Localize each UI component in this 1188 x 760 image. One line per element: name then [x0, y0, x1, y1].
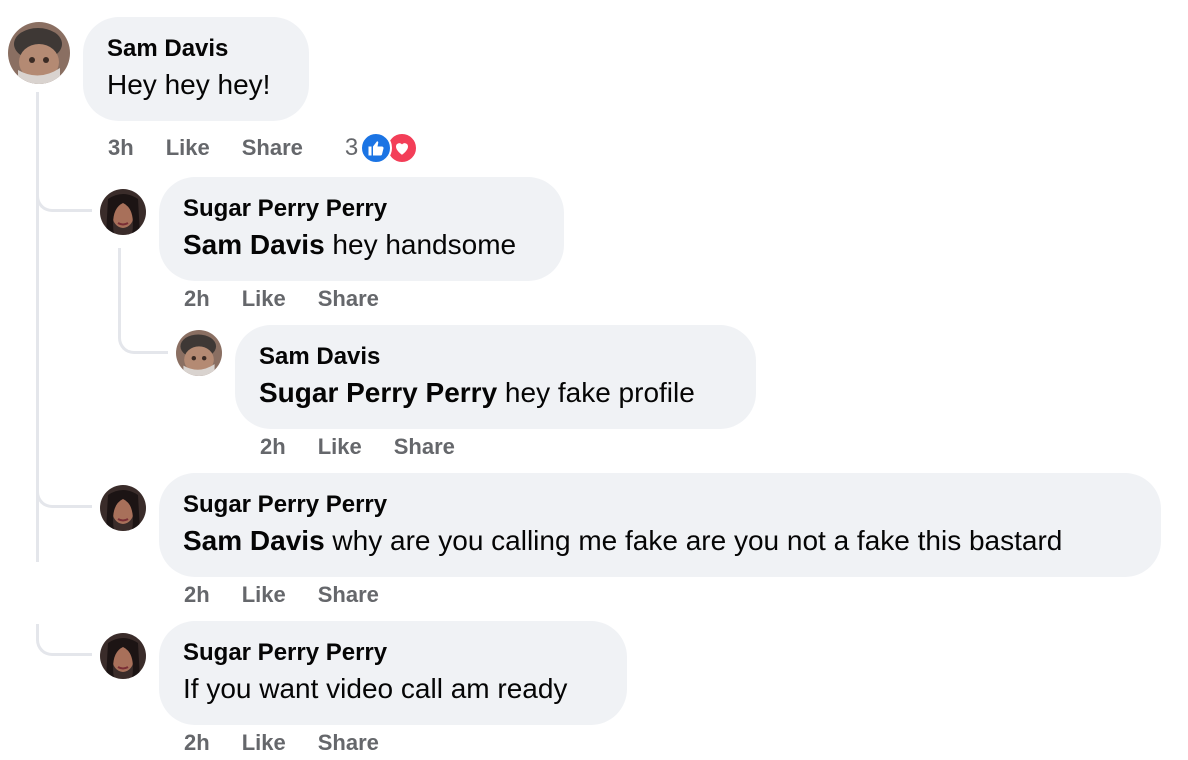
comment-actions: 2h Like Share — [184, 582, 411, 608]
comment-author[interactable]: Sam Davis — [259, 343, 732, 371]
comment-actions: 3h Like Share 3 — [108, 132, 419, 164]
comment-body: hey handsome — [324, 229, 517, 260]
share-button[interactable]: Share — [318, 286, 379, 312]
avatar[interactable] — [176, 330, 222, 376]
thread-line-nested — [118, 248, 121, 328]
avatar-sugar-perry-image — [100, 189, 146, 235]
avatar-sam-davis-image — [8, 22, 70, 84]
share-button[interactable]: Share — [242, 135, 303, 161]
thread-connector-2 — [118, 322, 168, 354]
thread-connector-4 — [36, 624, 92, 656]
avatar-sam-davis-image — [176, 330, 222, 376]
avatar[interactable] — [8, 22, 70, 84]
share-button[interactable]: Share — [394, 434, 455, 460]
like-button[interactable]: Like — [242, 286, 286, 312]
reaction-count: 3 — [344, 134, 359, 161]
comment-actions: 2h Like Share — [260, 434, 487, 460]
like-button[interactable]: Like — [242, 730, 286, 756]
like-button[interactable]: Like — [166, 135, 210, 161]
comment-bubble[interactable]: Sugar Perry Perry If you want video call… — [159, 621, 627, 725]
thread-connector-3 — [36, 476, 92, 508]
mention-link[interactable]: Sam Davis — [183, 525, 325, 556]
comment-author[interactable]: Sugar Perry Perry — [183, 491, 1137, 519]
comment-timestamp[interactable]: 2h — [184, 286, 210, 312]
comment-text: Sugar Perry Perry hey fake profile — [259, 375, 732, 411]
comment-timestamp[interactable]: 2h — [184, 582, 210, 608]
comment-bubble[interactable]: Sugar Perry Perry Sam Davis hey handsome — [159, 177, 564, 281]
comment-body: If you want video call am ready — [183, 673, 568, 704]
thread-connector-1 — [36, 180, 92, 212]
avatar-sugar-perry-image — [100, 485, 146, 531]
comment-text: Sam Davis why are you calling me fake ar… — [183, 523, 1137, 559]
avatar[interactable] — [100, 633, 146, 679]
comment-author[interactable]: Sam Davis — [107, 35, 285, 63]
comment-body: Hey hey hey! — [107, 69, 271, 100]
share-button[interactable]: Share — [318, 730, 379, 756]
comment-bubble[interactable]: Sam Davis Sugar Perry Perry hey fake pro… — [235, 325, 756, 429]
mention-link[interactable]: Sam Davis — [183, 229, 325, 260]
comment-body: why are you calling me fake are you not … — [324, 525, 1063, 556]
comment-body: hey fake profile — [497, 377, 695, 408]
comment-actions: 2h Like Share — [184, 730, 411, 756]
like-button[interactable]: Like — [242, 582, 286, 608]
avatar[interactable] — [100, 189, 146, 235]
comment-timestamp[interactable]: 2h — [260, 434, 286, 460]
comment-bubble[interactable]: Sam Davis Hey hey hey! — [83, 17, 309, 121]
like-button[interactable]: Like — [318, 434, 362, 460]
reaction-summary[interactable]: 3 — [344, 132, 419, 164]
avatar-sugar-perry-image — [100, 633, 146, 679]
comment-bubble[interactable]: Sugar Perry Perry Sam Davis why are you … — [159, 473, 1161, 577]
comment-author[interactable]: Sugar Perry Perry — [183, 639, 603, 667]
like-icon — [360, 132, 393, 164]
comment-author[interactable]: Sugar Perry Perry — [183, 195, 540, 223]
comment-actions: 2h Like Share — [184, 286, 411, 312]
comment-text: Sam Davis hey handsome — [183, 227, 540, 263]
comment-text: Hey hey hey! — [107, 67, 285, 103]
comment-timestamp[interactable]: 3h — [108, 135, 134, 161]
avatar[interactable] — [100, 485, 146, 531]
comment-timestamp[interactable]: 2h — [184, 730, 210, 756]
mention-link[interactable]: Sugar Perry Perry — [259, 377, 497, 408]
comment-text: If you want video call am ready — [183, 671, 603, 707]
share-button[interactable]: Share — [318, 582, 379, 608]
